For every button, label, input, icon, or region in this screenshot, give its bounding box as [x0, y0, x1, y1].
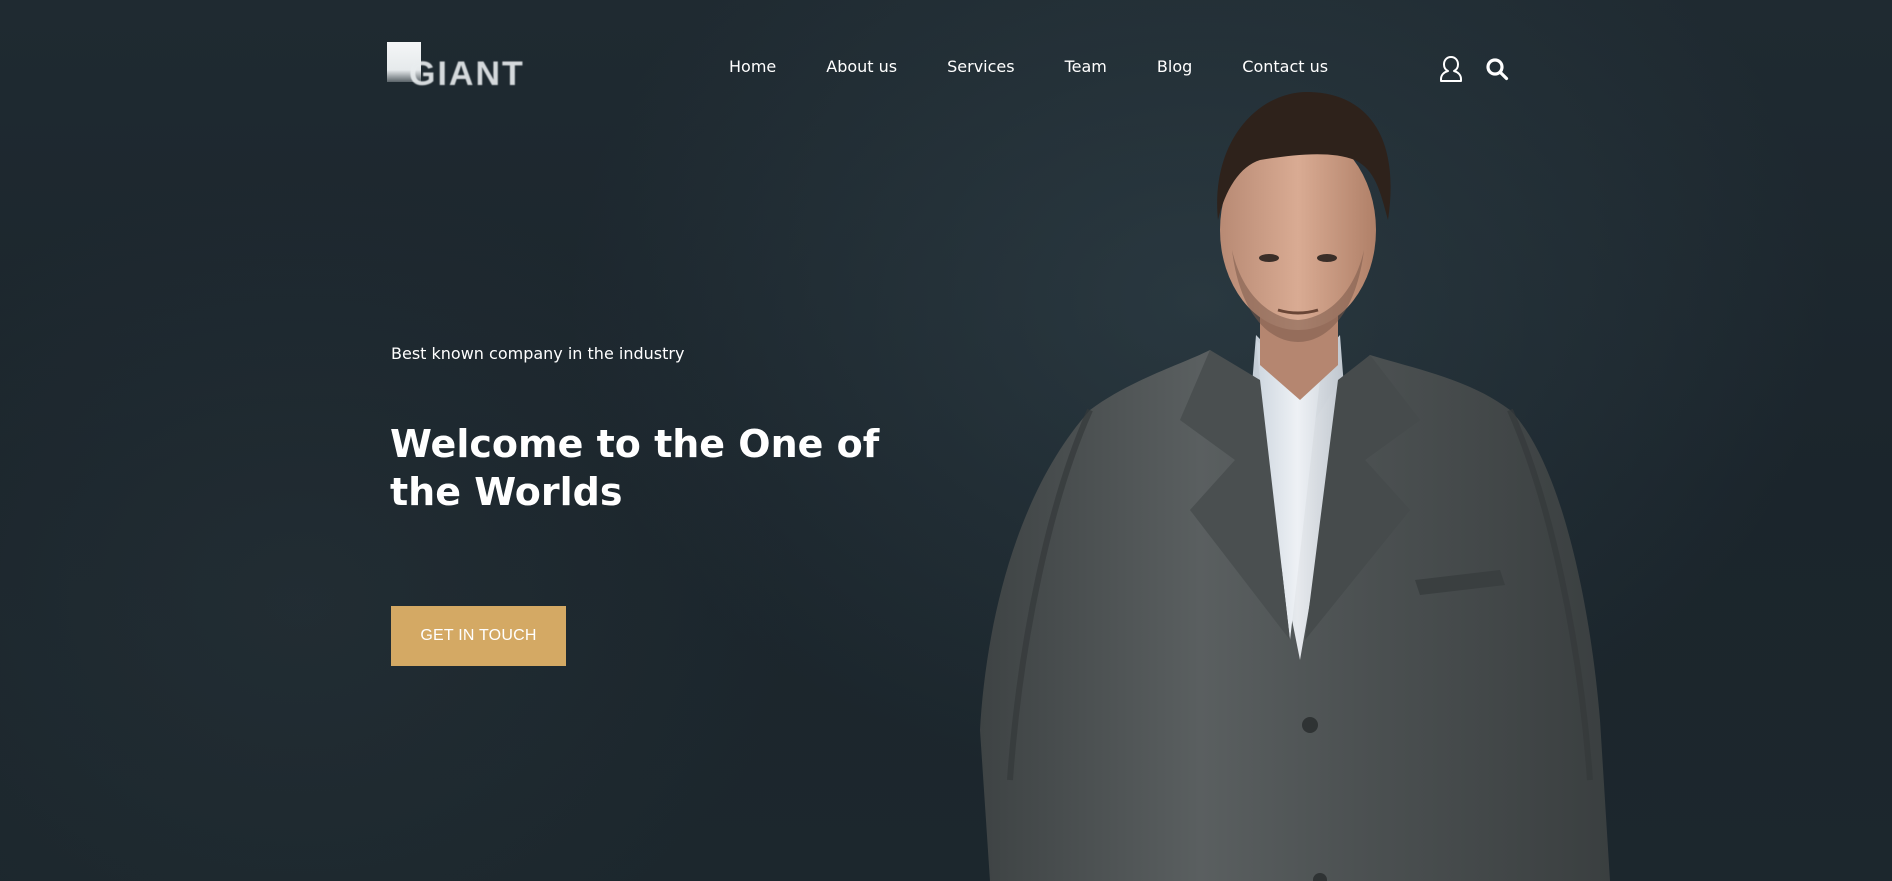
hero-headline: Welcome to the One of the Worlds	[390, 422, 880, 514]
nav-item-about-us[interactable]: About us	[826, 55, 897, 79]
logo-text: GIANT	[409, 55, 525, 93]
nav-item-services[interactable]: Services	[947, 55, 1014, 79]
nav-item-blog[interactable]: Blog	[1157, 55, 1192, 79]
main-nav: Home About us Services Team Blog Contact…	[729, 55, 1328, 79]
header-actions	[1438, 55, 1510, 83]
hero-section: GIANT Home About us Services Team Blog C…	[0, 0, 1892, 881]
man-in-suit-photo	[980, 91, 1610, 881]
hero-tagline: Best known company in the industry	[391, 344, 685, 363]
search-icon[interactable]	[1484, 55, 1510, 83]
user-icon[interactable]	[1438, 55, 1464, 83]
nav-item-home[interactable]: Home	[729, 55, 776, 79]
get-in-touch-button[interactable]: GET IN TOUCH	[391, 606, 566, 666]
logo[interactable]: GIANT	[387, 40, 523, 93]
nav-item-contact-us[interactable]: Contact us	[1242, 55, 1328, 79]
nav-item-team[interactable]: Team	[1065, 55, 1107, 79]
